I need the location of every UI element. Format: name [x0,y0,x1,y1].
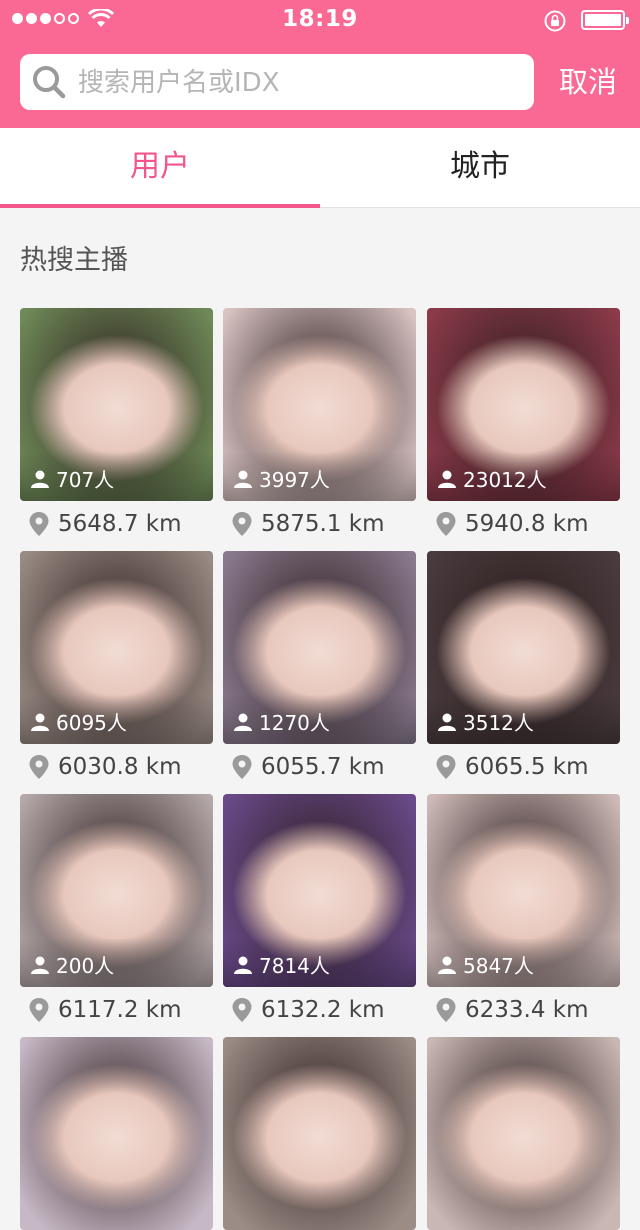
distance-label: 5940.8 km [465,511,589,537]
location-pin-icon [232,998,252,1022]
distance: 6055.7 km [231,754,385,780]
streamer-card[interactable]: 707人 5648.7 km [20,308,213,537]
distance: 6065.5 km [435,754,589,780]
streamer-card[interactable]: 7814人 6132.2 km [223,794,416,1023]
streamer-thumbnail[interactable]: 3997人 [223,308,416,501]
distance-label: 6117.2 km [58,997,182,1023]
streamer-thumbnail[interactable]: 3512人 [427,551,620,744]
section-title: 热搜主播 [20,245,128,276]
streamer-card[interactable]: 3512人 6065.5 km [427,551,620,780]
battery-icon [581,10,629,30]
distance: 6132.2 km [231,997,385,1023]
streamer-card[interactable] [223,1037,416,1230]
streamer-thumbnail[interactable]: 200人 [20,794,213,987]
distance-label: 6030.8 km [58,754,182,780]
search-input[interactable] [76,60,520,106]
person-icon [438,713,456,731]
viewer-count-label: 1270人 [259,711,330,735]
viewer-count: 1270人 [233,707,330,736]
viewer-count: 3512人 [437,707,534,736]
distance: 5940.8 km [435,511,589,537]
streamer-thumbnail[interactable]: 23012人 [427,308,620,501]
viewer-count: 5847人 [437,950,534,979]
streamer-thumbnail[interactable]: 707人 [20,308,213,501]
person-icon [31,470,49,488]
streamer-card[interactable]: 200人 6117.2 km [20,794,213,1023]
streamer-thumbnail[interactable]: 7814人 [223,794,416,987]
streamer-card[interactable]: 1270人 6055.7 km [223,551,416,780]
streamer-card[interactable]: 5847人 6233.4 km [427,794,620,1023]
status-bar: 18:19 [0,0,640,40]
location-pin-icon [29,755,49,779]
distance: 6233.4 km [435,997,589,1023]
distance: 5648.7 km [28,511,182,537]
viewer-count-label: 3512人 [463,711,534,735]
viewer-count-label: 23012人 [463,468,547,492]
viewer-count: 23012人 [437,464,547,493]
viewer-count-label: 3997人 [259,468,330,492]
distance: 6030.8 km [28,754,182,780]
person-icon [234,956,252,974]
location-pin-icon [436,512,456,536]
person-icon [234,470,252,488]
streamer-card[interactable] [427,1037,620,1230]
app-header: 18:19 取消 [0,0,640,128]
tab-cities[interactable]: 城市 [320,128,640,208]
tab-users[interactable]: 用户 [0,128,320,208]
streamer-thumbnail[interactable]: 1270人 [223,551,416,744]
streamer-card[interactable]: 23012人 5940.8 km [427,308,620,537]
location-pin-icon [436,755,456,779]
search-icon [33,66,66,99]
distance-label: 6233.4 km [465,997,589,1023]
person-icon [438,956,456,974]
person-icon [31,956,49,974]
viewer-count: 3997人 [233,464,330,493]
viewer-count-label: 200人 [56,954,115,978]
distance-label: 6065.5 km [465,754,589,780]
person-icon [438,470,456,488]
streamer-card[interactable]: 3997人 5875.1 km [223,308,416,537]
location-pin-icon [232,755,252,779]
viewer-count-label: 5847人 [463,954,534,978]
viewer-count-label: 6095人 [56,711,127,735]
streamer-thumbnail[interactable]: 6095人 [20,551,213,744]
viewer-count-label: 707人 [56,468,115,492]
viewer-count: 6095人 [30,707,127,736]
streamer-thumbnail[interactable]: 5847人 [427,794,620,987]
location-pin-icon [29,998,49,1022]
rotation-lock-icon [544,10,566,32]
tab-bar: 用户 城市 [0,128,640,208]
viewer-count: 200人 [30,950,114,979]
streamer-card[interactable] [20,1037,213,1230]
distance-label: 5648.7 km [58,511,182,537]
distance: 5875.1 km [231,511,385,537]
streamer-thumbnail[interactable] [427,1037,620,1230]
location-pin-icon [232,512,252,536]
active-tab-indicator [0,204,320,208]
distance-label: 5875.1 km [261,511,385,537]
location-pin-icon [29,512,49,536]
person-icon [31,713,49,731]
viewer-count-label: 7814人 [259,954,330,978]
search-bar[interactable] [20,54,534,110]
cancel-button[interactable]: 取消 [548,60,628,104]
streamer-thumbnail[interactable] [223,1037,416,1230]
distance: 6117.2 km [28,997,182,1023]
streamer-card[interactable]: 6095人 6030.8 km [20,551,213,780]
viewer-count: 707人 [30,464,114,493]
streamer-thumbnail[interactable] [20,1037,213,1230]
distance-label: 6055.7 km [261,754,385,780]
location-pin-icon [436,998,456,1022]
distance-label: 6132.2 km [261,997,385,1023]
person-icon [234,713,252,731]
viewer-count: 7814人 [233,950,330,979]
